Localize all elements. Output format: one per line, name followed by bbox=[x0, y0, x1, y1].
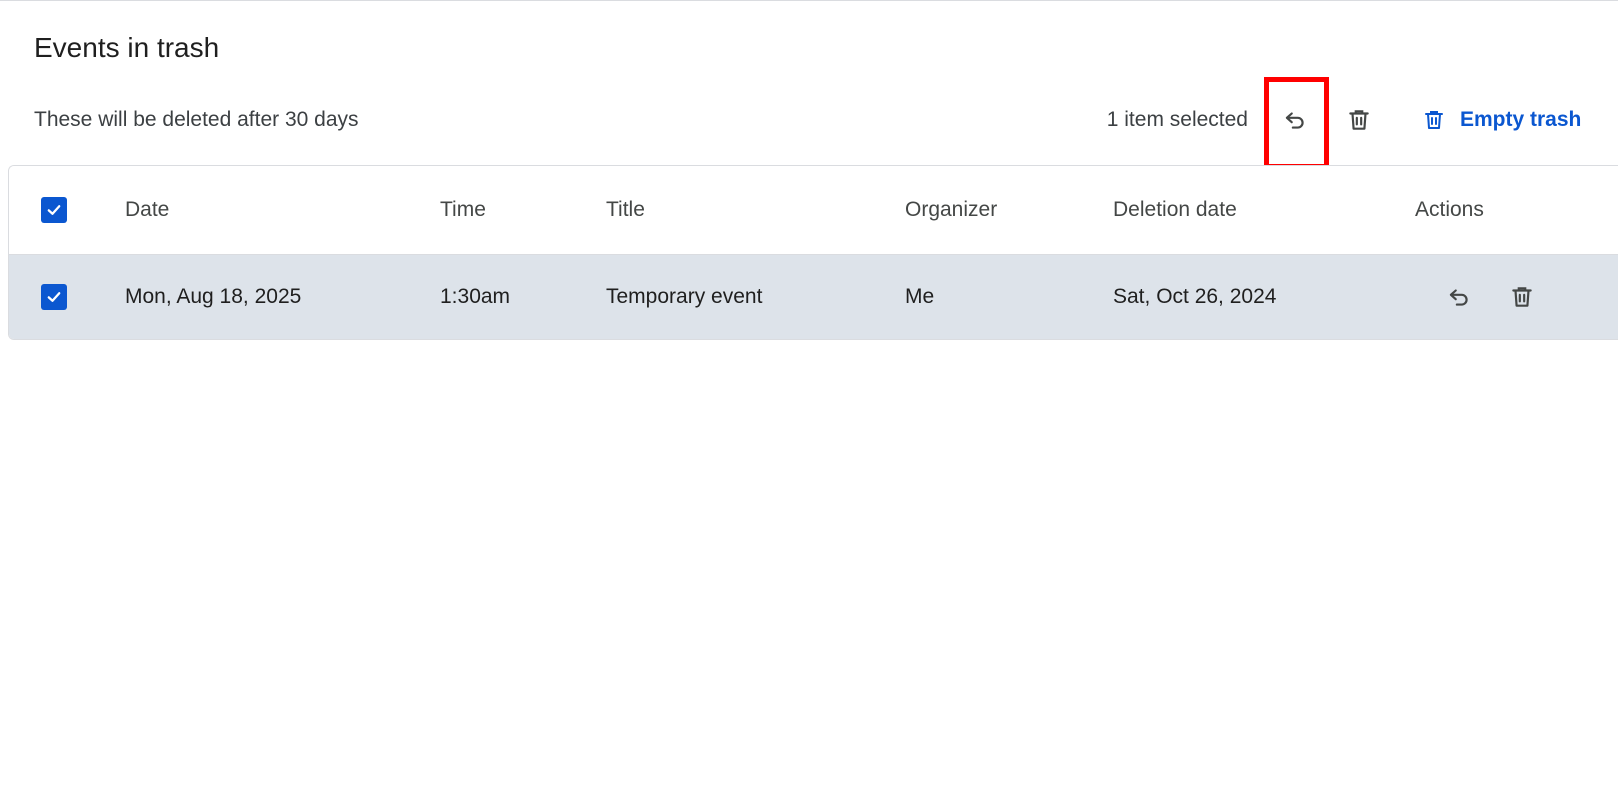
restore-icon bbox=[1285, 112, 1304, 129]
trash-icon bbox=[1425, 111, 1443, 129]
row-date: Mon, Aug 18, 2025 bbox=[125, 285, 302, 308]
restore-icon bbox=[1449, 289, 1468, 306]
page-title: Events in trash bbox=[34, 32, 220, 63]
delete-icon bbox=[1512, 287, 1532, 307]
row-checkbox[interactable] bbox=[41, 284, 67, 310]
top-divider bbox=[0, 0, 1618, 1]
checkmark-icon bbox=[47, 205, 61, 215]
column-header-deletion-date[interactable]: Deletion date bbox=[1113, 166, 1237, 254]
select-all-checkbox[interactable] bbox=[41, 197, 67, 223]
selected-count-label: 1 item selected bbox=[1106, 108, 1248, 131]
column-header-organizer[interactable]: Organizer bbox=[905, 166, 997, 254]
table-header-row: Date Time Title Organizer Deletion date … bbox=[9, 166, 1618, 255]
column-header-actions: Actions bbox=[1415, 198, 1484, 221]
column-header-time[interactable]: Time bbox=[440, 166, 486, 254]
row-title: Temporary event bbox=[606, 285, 763, 308]
row-organizer: Me bbox=[905, 285, 935, 308]
row-restore-button[interactable] bbox=[1439, 277, 1479, 317]
table-row[interactable]: Mon, Aug 18, 2025 1:30am Temporary event… bbox=[9, 255, 1618, 339]
checkmark-icon bbox=[47, 292, 61, 302]
row-delete-button[interactable] bbox=[1502, 277, 1542, 317]
column-header-date[interactable]: Date bbox=[125, 166, 169, 254]
restore-selected-button[interactable] bbox=[1275, 100, 1315, 140]
empty-trash-label: Empty trash bbox=[1460, 108, 1582, 131]
column-header-title[interactable]: Title bbox=[606, 166, 645, 254]
trash-events-table: Date Time Title Organizer Deletion date … bbox=[8, 165, 1618, 340]
delete-selected-button[interactable] bbox=[1339, 100, 1379, 140]
row-time: 1:30am bbox=[440, 285, 511, 308]
delete-icon bbox=[1349, 110, 1369, 130]
deletion-notice: These will be deleted after 30 days bbox=[34, 108, 359, 131]
empty-trash-button[interactable]: Empty trash bbox=[1422, 98, 1581, 142]
row-deletion-date: Sat, Oct 26, 2024 bbox=[1113, 285, 1277, 308]
